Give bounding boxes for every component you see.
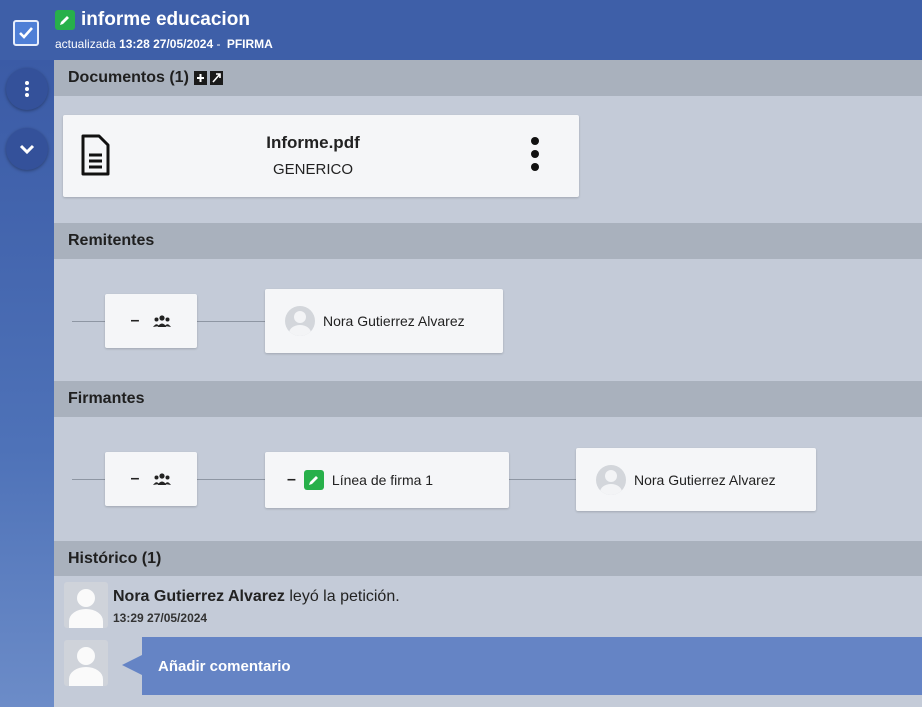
request-header: informe educacion actualizada 13:28 27/0… [0, 0, 922, 60]
signers-section-title: Firmantes [68, 390, 145, 407]
upload-document-icon[interactable] [193, 71, 207, 85]
users-icon [153, 315, 172, 327]
senders-section-header: Remitentes [54, 223, 922, 259]
signature-line-label: Línea de firma 1 [331, 472, 434, 488]
avatar [64, 640, 108, 686]
edit-icon[interactable] [55, 10, 75, 30]
avatar [285, 306, 315, 336]
signers-section-header: Firmantes [54, 381, 922, 417]
history-action: leyó la petición. [289, 588, 400, 605]
sender-name: Nora Gutierrez Alvarez [323, 313, 465, 329]
document-name: Informe.pdf [266, 133, 360, 152]
request-subtitle: actualizada 13:28 27/05/2024 - PFIRMA [55, 37, 273, 51]
documents-section-header: Documentos (1) [54, 60, 922, 96]
group-dash: – [130, 470, 140, 487]
history-datetime: 13:29 27/05/2024 [113, 611, 208, 625]
signer-name: Nora Gutierrez Alvarez [634, 471, 776, 488]
file-icon [81, 134, 110, 176]
chevron-down-icon [19, 144, 35, 154]
avatar [64, 582, 108, 628]
history-entry: Nora Gutierrez Alvarez leyó la petición. [113, 588, 400, 606]
comment-pointer [122, 654, 144, 676]
updated-prefix: actualizada [55, 37, 116, 51]
subtitle-separator: - [216, 37, 221, 51]
signature-line-card[interactable]: – Línea de firma 1 [265, 452, 509, 508]
check-icon [19, 27, 33, 39]
add-comment-field[interactable]: Añadir comentario [142, 637, 922, 695]
request-title: informe educacion [81, 9, 250, 30]
document-menu-icon[interactable] [530, 136, 540, 172]
senders-group-card[interactable]: – [105, 294, 197, 348]
document-card[interactable]: Informe.pdf GENERICO [63, 115, 579, 197]
updated-datetime: 13:28 27/05/2024 [119, 37, 214, 51]
more-options-button[interactable] [6, 68, 48, 110]
collapse-button[interactable] [6, 128, 48, 170]
signers-group-card[interactable]: – [105, 452, 197, 506]
signer-person-card[interactable]: Nora Gutierrez Alvarez [576, 448, 816, 511]
edit-icon[interactable] [303, 470, 324, 490]
sender-person-card[interactable]: Nora Gutierrez Alvarez [265, 289, 503, 353]
status-label: PFIRMA [226, 37, 273, 51]
documents-section-title: Documentos (1) [68, 69, 189, 86]
users-icon [153, 473, 172, 485]
select-checkbox[interactable] [13, 20, 39, 46]
history-user: Nora Gutierrez Alvarez [113, 588, 285, 605]
history-section-header: Histórico (1) [54, 541, 922, 577]
request-detail: Documentos (1) Informe.pdf GENERICO Remi… [54, 60, 922, 707]
avatar [596, 464, 626, 495]
left-rail [0, 60, 54, 707]
expand-icon[interactable] [209, 71, 223, 85]
line-dash: – [287, 471, 296, 488]
group-dash: – [130, 312, 140, 329]
senders-section-title: Remitentes [68, 232, 155, 249]
vertical-dots-icon [25, 81, 29, 97]
document-type: GENERICO [272, 161, 353, 178]
history-section-title: Histórico (1) [68, 550, 162, 567]
